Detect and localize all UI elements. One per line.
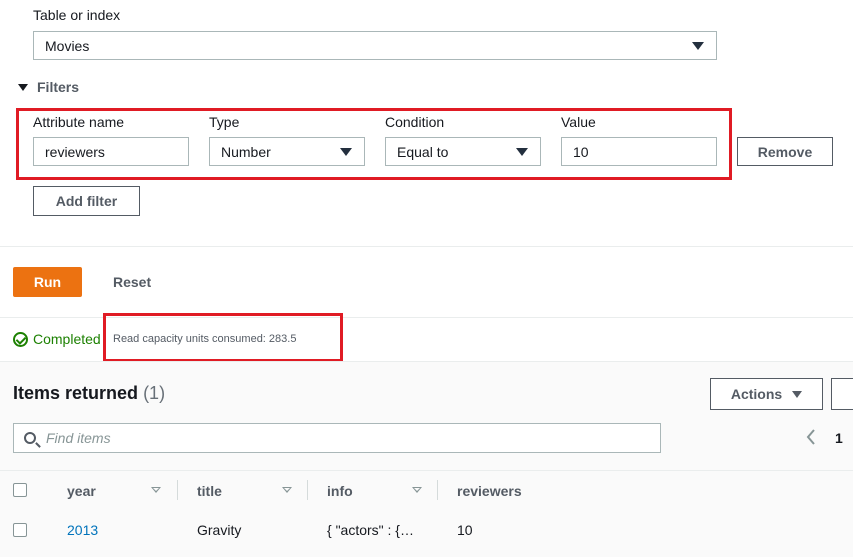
cell-reviewers: 10 bbox=[457, 522, 473, 538]
check-circle-icon bbox=[13, 331, 28, 347]
filters-label: Filters bbox=[37, 79, 80, 95]
column-divider bbox=[437, 480, 438, 500]
table-index-select[interactable]: Movies bbox=[33, 31, 717, 60]
column-divider bbox=[307, 480, 308, 500]
attribute-name-input[interactable]: reviewers bbox=[33, 137, 189, 166]
condition-label: Condition bbox=[385, 114, 445, 130]
column-header-year[interactable]: year bbox=[67, 483, 96, 499]
status-text: Completed bbox=[33, 331, 101, 347]
table-header-divider bbox=[0, 470, 853, 471]
column-divider bbox=[177, 480, 178, 500]
completed-status: Completed bbox=[13, 331, 101, 347]
rcu-text: Read capacity units consumed: 283.5 bbox=[113, 333, 297, 345]
caret-down-icon bbox=[516, 148, 528, 156]
sort-icon[interactable] bbox=[282, 487, 292, 493]
column-header-info[interactable]: info bbox=[327, 483, 353, 499]
sort-icon[interactable] bbox=[151, 487, 161, 493]
sort-icon[interactable] bbox=[412, 487, 422, 493]
column-header-reviewers[interactable]: reviewers bbox=[457, 483, 522, 499]
cell-info: { "actors" : {… bbox=[327, 522, 414, 538]
items-count: (1) bbox=[143, 383, 166, 403]
type-select[interactable]: Number bbox=[209, 137, 365, 166]
type-value: Number bbox=[221, 143, 271, 160]
condition-select[interactable]: Equal to bbox=[385, 137, 541, 166]
find-items-input[interactable]: Find items bbox=[13, 423, 661, 453]
value-input[interactable]: 10 bbox=[561, 137, 717, 166]
table-index-value: Movies bbox=[45, 37, 90, 54]
cell-year[interactable]: 2013 bbox=[67, 522, 98, 538]
more-button[interactable] bbox=[831, 378, 853, 410]
actions-label: Actions bbox=[730, 386, 783, 402]
attribute-name-value: reviewers bbox=[45, 143, 105, 160]
cell-title: Gravity bbox=[197, 522, 242, 538]
value-label: Value bbox=[561, 114, 596, 130]
find-items-placeholder: Find items bbox=[46, 430, 111, 446]
row-checkbox[interactable] bbox=[13, 523, 27, 537]
caret-down-icon bbox=[692, 42, 704, 50]
actions-button[interactable]: Actions bbox=[710, 378, 823, 410]
caret-down-icon bbox=[340, 148, 352, 156]
divider bbox=[0, 246, 853, 247]
attribute-name-label: Attribute name bbox=[33, 114, 125, 130]
column-header-title[interactable]: title bbox=[197, 483, 222, 499]
page-number[interactable]: 1 bbox=[835, 430, 843, 446]
add-filter-button[interactable]: Add filter bbox=[33, 186, 140, 216]
chevron-left-icon[interactable] bbox=[806, 429, 816, 445]
items-returned-title: Items returned (1) bbox=[13, 383, 165, 404]
reset-button[interactable]: Reset bbox=[113, 274, 151, 290]
condition-value: Equal to bbox=[397, 143, 449, 160]
value-value: 10 bbox=[573, 143, 589, 160]
divider bbox=[0, 361, 853, 362]
remove-filter-button[interactable]: Remove bbox=[737, 137, 833, 166]
caret-down-icon bbox=[18, 83, 28, 91]
search-icon bbox=[24, 432, 36, 444]
type-label: Type bbox=[209, 114, 240, 130]
run-button[interactable]: Run bbox=[13, 267, 82, 297]
filters-expander[interactable]: Filters bbox=[18, 79, 79, 95]
items-returned-label: Items returned bbox=[13, 383, 139, 403]
table-index-label: Table or index bbox=[33, 7, 121, 23]
caret-down-icon bbox=[792, 390, 803, 398]
select-all-checkbox[interactable] bbox=[13, 483, 27, 497]
